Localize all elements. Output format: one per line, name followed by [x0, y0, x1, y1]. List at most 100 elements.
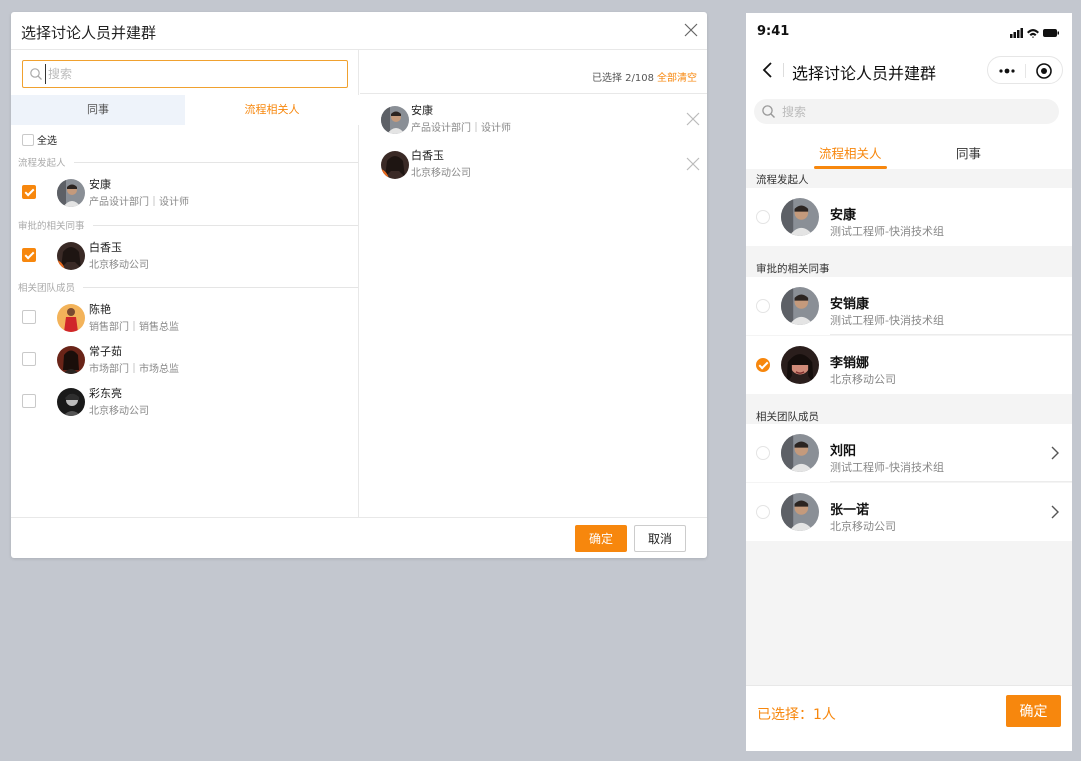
- member-name: 安销康: [830, 297, 870, 312]
- member-dept: 市场部门｜市场总监: [89, 364, 179, 375]
- list-item[interactable]: 彩东亮 北京移动公司: [22, 385, 352, 421]
- remove-icon[interactable]: [686, 157, 700, 171]
- member-checkbox[interactable]: [22, 310, 36, 324]
- list-item[interactable]: 张一诺 北京移动公司: [746, 483, 1072, 541]
- member-dept: 北京移动公司: [89, 406, 149, 417]
- list-item[interactable]: 白香玉 北京移动公司: [22, 239, 352, 275]
- avatar: [57, 242, 85, 270]
- member-radio[interactable]: [756, 299, 770, 313]
- tab-process-related[interactable]: 流程相关人: [819, 143, 882, 162]
- dialog-title: 选择讨论人员并建群: [21, 24, 157, 42]
- member-radio[interactable]: [756, 505, 770, 519]
- selected-header: 已选择 2/108 全部清空: [360, 50, 707, 94]
- member-dept: 北京移动公司: [830, 520, 896, 533]
- list-item[interactable]: 安康 产品设计部门｜设计师: [22, 176, 352, 212]
- list-item[interactable]: 陈艳 销售部门｜销售总监: [22, 301, 352, 337]
- close-miniprogram-icon[interactable]: [1035, 62, 1053, 80]
- mini-program-capsule: [987, 56, 1063, 84]
- clear-all-link[interactable]: 全部清空: [657, 69, 697, 84]
- page-title: 选择讨论人员并建群: [792, 64, 937, 83]
- member-name: 白香玉: [89, 241, 122, 254]
- member-checkbox[interactable]: [22, 394, 36, 408]
- list-item[interactable]: 安康 测试工程师-快消技术组: [746, 188, 1072, 246]
- member-tabs: 流程相关人 同事: [746, 133, 1072, 169]
- member-name: 陈艳: [89, 303, 111, 316]
- section-title: 流程发起人: [18, 158, 66, 169]
- status-bar: 9:41: [746, 13, 1072, 49]
- confirm-button[interactable]: 确定: [1006, 695, 1061, 727]
- member-radio[interactable]: [756, 358, 770, 372]
- list-item[interactable]: 李销娜 北京移动公司: [746, 336, 1072, 394]
- member-radio[interactable]: [756, 446, 770, 460]
- section-header: 审批的相关同事: [18, 218, 358, 232]
- avatar: [381, 151, 409, 179]
- member-name: 常子茹: [89, 345, 122, 358]
- dialog-body: 同事 流程相关人 全选 流程发起人 安康 产品设计部门｜设计师: [11, 50, 707, 518]
- avatar: [781, 493, 819, 531]
- search-input[interactable]: [782, 102, 1042, 121]
- tab-process-related[interactable]: 流程相关人: [185, 95, 359, 125]
- avatar: [781, 287, 819, 325]
- member-checkbox[interactable]: [22, 185, 36, 199]
- selected-dept: 产品设计部门｜设计师: [411, 123, 511, 134]
- member-name: 刘阳: [830, 444, 857, 459]
- member-name: 安康: [89, 178, 111, 191]
- member-name: 李销娜: [830, 356, 870, 371]
- tab-colleagues[interactable]: 同事: [11, 95, 185, 125]
- tab-indicator: [814, 166, 887, 169]
- selected-item: 安康 产品设计部门｜设计师: [370, 102, 700, 138]
- member-dept: 北京移动公司: [89, 260, 149, 271]
- select-members-dialog: 选择讨论人员并建群 同事 流程相关人 全选 流程发起人: [11, 12, 707, 558]
- remove-icon[interactable]: [686, 112, 700, 126]
- status-icons: [1010, 28, 1059, 38]
- dialog-footer: 确定 取消: [11, 517, 707, 558]
- section-title: 审批的相关同事: [756, 263, 830, 275]
- member-dept: 测试工程师-快消技术组: [830, 461, 944, 474]
- member-dept: 产品设计部门｜设计师: [89, 197, 189, 208]
- select-all-label: 全选: [37, 136, 57, 147]
- dialog-header: 选择讨论人员并建群: [11, 12, 707, 50]
- member-checkbox[interactable]: [22, 248, 36, 262]
- selected-count: 已选择 2/108: [592, 73, 654, 84]
- search-icon: [30, 68, 42, 80]
- avatar: [781, 198, 819, 236]
- selected-dept: 北京移动公司: [411, 168, 471, 179]
- section-title: 相关团队成员: [18, 283, 76, 294]
- member-name: 安康: [830, 208, 857, 223]
- search-box: [754, 99, 1059, 124]
- selected-item: 白香玉 北京移动公司: [370, 147, 700, 183]
- candidate-pane: 同事 流程相关人 全选 流程发起人 安康 产品设计部门｜设计师: [11, 50, 359, 518]
- chevron-right-icon[interactable]: [1050, 505, 1060, 519]
- avatar: [781, 346, 819, 384]
- selected-name: 安康: [411, 104, 433, 117]
- cancel-button[interactable]: 取消: [634, 525, 686, 552]
- close-icon[interactable]: [683, 22, 699, 38]
- list-item[interactable]: 常子茹 市场部门｜市场总监: [22, 343, 352, 379]
- avatar: [781, 434, 819, 472]
- list-item[interactable]: 安销康 测试工程师-快消技术组: [746, 277, 1072, 335]
- tab-colleagues[interactable]: 同事: [956, 143, 981, 162]
- section-title: 流程发起人: [756, 174, 809, 186]
- member-radio[interactable]: [756, 210, 770, 224]
- selected-count: 已选择：1人: [757, 707, 836, 723]
- confirm-button[interactable]: 确定: [575, 525, 627, 552]
- member-name: 彩东亮: [89, 387, 122, 400]
- navbar: 选择讨论人员并建群: [746, 49, 1072, 91]
- avatar: [381, 106, 409, 134]
- member-checkbox[interactable]: [22, 352, 36, 366]
- section-title: 审批的相关同事: [18, 221, 85, 232]
- status-time: 9:41: [757, 24, 790, 39]
- list-item[interactable]: 刘阳 测试工程师-快消技术组: [746, 424, 1072, 482]
- more-icon[interactable]: [997, 64, 1017, 78]
- chevron-right-icon[interactable]: [1050, 446, 1060, 460]
- search-icon: [762, 105, 775, 118]
- member-tabs: 同事 流程相关人: [11, 95, 359, 125]
- select-all[interactable]: 全选: [22, 132, 57, 147]
- section-header: 流程发起人: [18, 155, 358, 169]
- back-icon[interactable]: [760, 60, 776, 80]
- bottom-bar: 已选择：1人 确定: [746, 685, 1072, 751]
- search-input[interactable]: [45, 64, 335, 84]
- member-dept: 销售部门｜销售总监: [89, 322, 179, 333]
- select-all-checkbox[interactable]: [22, 133, 34, 146]
- selected-name: 白香玉: [411, 149, 444, 162]
